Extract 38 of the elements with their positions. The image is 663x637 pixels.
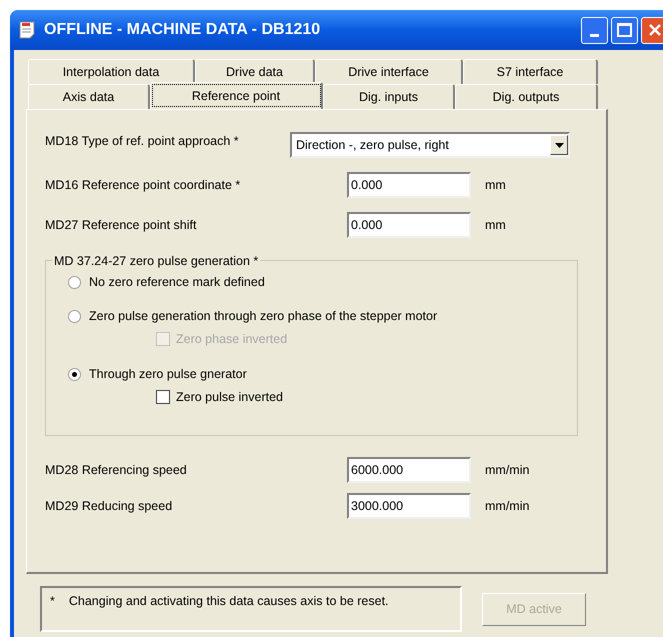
- footnote-marker: *: [50, 593, 55, 610]
- radio-button[interactable]: [68, 276, 81, 288]
- field-label: MD18 Type of ref. point approach *: [45, 133, 240, 150]
- field-label: MD28 Referencing speed: [45, 462, 188, 479]
- tab[interactable]: Interpolation data: [28, 59, 195, 84]
- close-button[interactable]: [641, 16, 663, 44]
- field-label: MD16 Reference point coordinate *: [45, 176, 242, 194]
- footnote-text: Changing and activating this data causes axis to be reset.: [68, 593, 389, 610]
- radio-label: No zero reference mark defined: [89, 274, 265, 291]
- unit-label: mm: [485, 176, 506, 194]
- tab[interactable]: Drive data: [195, 59, 315, 84]
- window-title: OFFLINE - MACHINE DATA - DB1210: [44, 20, 322, 40]
- checkbox-label: Zero pulse inverted: [176, 388, 284, 406]
- maximize-button[interactable]: [611, 16, 638, 44]
- tab[interactable]: Axis data: [28, 84, 150, 109]
- checkbox[interactable]: [156, 390, 170, 404]
- approach-dropdown[interactable]: Direction -, zero pulse, right: [290, 132, 570, 158]
- radio-label: Through zero pulse gnerator: [89, 366, 247, 383]
- tab[interactable]: Dig. inputs: [323, 84, 455, 109]
- unit-label: mm: [485, 216, 506, 234]
- tab[interactable]: Reference point: [150, 82, 323, 109]
- checkbox-label: Zero phase inverted: [176, 330, 288, 348]
- unit-label: mm/min: [485, 498, 530, 515]
- value-input[interactable]: 3000.000: [347, 493, 471, 519]
- value-input[interactable]: 0.000: [347, 212, 471, 238]
- radio-button[interactable]: [68, 310, 81, 322]
- value-input[interactable]: 0.000: [347, 172, 471, 198]
- value-input[interactable]: 6000.000: [347, 457, 471, 483]
- field-label: MD27 Reference point shift: [45, 216, 198, 234]
- unit-label: mm/min: [485, 462, 530, 479]
- minimize-button[interactable]: [581, 16, 608, 44]
- field-label: MD29 Reducing speed: [45, 498, 174, 515]
- tab[interactable]: Dig. outputs: [455, 84, 598, 109]
- tab[interactable]: S7 interface: [463, 59, 598, 84]
- tab[interactable]: Drive interface: [315, 59, 463, 84]
- radio-button[interactable]: [68, 368, 81, 380]
- close-icon: [648, 23, 662, 37]
- radio-label: Zero pulse generation through zero phase of the stepper motor: [89, 308, 438, 325]
